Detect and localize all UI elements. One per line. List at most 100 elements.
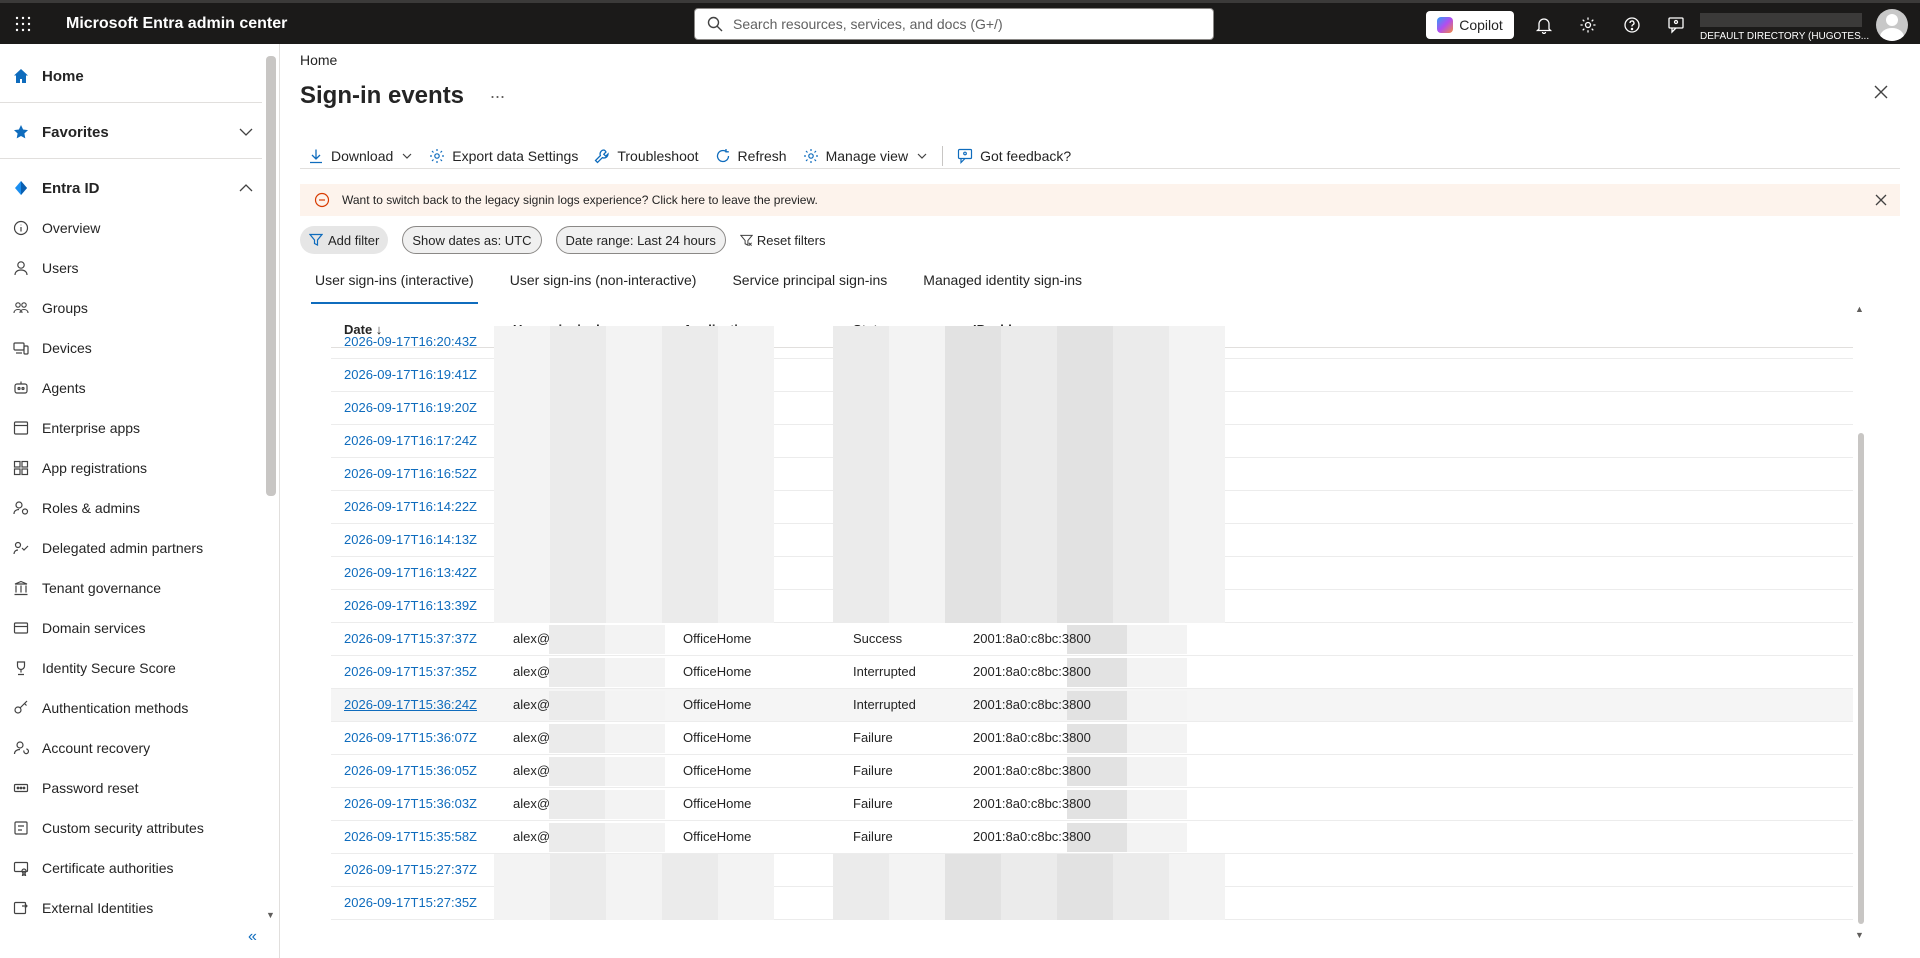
more-options-icon[interactable]: ... [490, 82, 505, 103]
sidebar-item-devices[interactable]: Devices [0, 330, 262, 366]
feedback-icon[interactable] [1662, 11, 1690, 39]
redacted-block [606, 359, 662, 392]
table-row[interactable]: 2026-09-17T16:19:41Z [331, 359, 1853, 392]
table-row[interactable]: 2026-09-17T16:14:22Z [331, 491, 1853, 524]
tab-user-sign-ins-non-interactive[interactable]: User sign-ins (non-interactive) [510, 272, 697, 304]
cell-date[interactable]: 2026-09-17T16:20:43Z [344, 334, 477, 349]
settings-gear-icon[interactable] [1574, 11, 1602, 39]
sidebar-item-groups[interactable]: Groups [0, 290, 262, 326]
cell-date[interactable]: 2026-09-17T15:36:03Z [344, 796, 477, 811]
cell-date[interactable]: 2026-09-17T16:17:24Z [344, 433, 477, 448]
table-row[interactable]: 2026-09-17T16:20:43Z [331, 326, 1853, 359]
scroll-down-arrow-icon[interactable]: ▼ [266, 910, 275, 920]
table-row[interactable]: 2026-09-17T15:27:37Z [331, 854, 1853, 887]
cell-status: Failure [853, 730, 893, 745]
table-row[interactable]: 2026-09-17T15:27:35Z [331, 887, 1853, 920]
table-row[interactable]: 2026-09-17T15:35:58Z alex@ OfficeHome Failu… [331, 821, 1853, 854]
avatar[interactable] [1876, 9, 1908, 41]
sidebar-item-tenant-governance[interactable]: Tenant governance [0, 570, 262, 606]
table-row[interactable]: 2026-09-17T15:37:37Z alex@ OfficeHome Succe… [331, 623, 1853, 656]
cell-date[interactable]: 2026-09-17T16:19:41Z [344, 367, 477, 382]
sidebar-item-account-recovery[interactable]: Account recovery [0, 730, 262, 766]
cell-user: alex@ [513, 664, 551, 679]
cell-date[interactable]: 2026-09-17T16:14:13Z [344, 532, 477, 547]
cell-status: Failure [853, 829, 893, 844]
sidebar-item-password-reset[interactable]: Password reset [0, 770, 262, 806]
sidebar-item-home[interactable]: Home [0, 58, 262, 94]
tab-managed-identity-sign-ins[interactable]: Managed identity sign-ins [923, 272, 1082, 304]
banner-text[interactable]: Want to switch back to the legacy signin… [342, 193, 818, 207]
account-info[interactable]: DEFAULT DIRECTORY (HUGOTES... [1700, 10, 1870, 44]
redacted-block [1057, 359, 1113, 392]
cell-date[interactable]: 2026-09-17T16:19:20Z [344, 400, 477, 415]
add-filter-button[interactable]: Add filter [300, 226, 389, 254]
close-icon[interactable] [1873, 84, 1897, 108]
sidebar-item-entra-id[interactable]: Entra ID [0, 170, 262, 206]
groups-icon [12, 299, 30, 317]
scroll-up-arrow-icon[interactable]: ▲ [1855, 304, 1864, 314]
cell-date[interactable]: 2026-09-17T15:35:58Z [344, 829, 477, 844]
sidebar-item-roles-admins[interactable]: Roles & admins [0, 490, 262, 526]
breadcrumb[interactable]: Home [300, 52, 337, 68]
tab-service-principal-sign-ins[interactable]: Service principal sign-ins [732, 272, 887, 304]
sidebar-item-app-registrations[interactable]: App registrations [0, 450, 262, 486]
table-row[interactable]: 2026-09-17T16:14:13Z [331, 524, 1853, 557]
sidebar-item-overview[interactable]: Overview [0, 210, 262, 246]
cell-date[interactable]: 2026-09-17T15:36:07Z [344, 730, 477, 745]
table-row[interactable]: 2026-09-17T16:19:20Z [331, 392, 1853, 425]
table-row[interactable]: 2026-09-17T15:36:05Z alex@ OfficeHome Failu… [331, 755, 1853, 788]
sidebar-item-enterprise-apps[interactable]: Enterprise apps [0, 410, 262, 446]
legacy-preview-banner[interactable]: Want to switch back to the legacy signin… [300, 184, 1900, 216]
cell-date[interactable]: 2026-09-17T15:36:24Z [344, 697, 477, 712]
sidebar-item-delegated-admin-partners[interactable]: Delegated admin partners [0, 530, 262, 566]
sidebar-item-custom-security-attributes[interactable]: Custom security attributes [0, 810, 262, 846]
cell-date[interactable]: 2026-09-17T15:37:35Z [344, 664, 477, 679]
cell-date[interactable]: 2026-09-17T16:13:39Z [344, 598, 477, 613]
table-row[interactable]: 2026-09-17T16:13:42Z [331, 557, 1853, 590]
table-row[interactable]: 2026-09-17T15:36:24Z alex@ OfficeHome Inter… [331, 689, 1853, 722]
redacted-block [889, 425, 945, 458]
reset-filters-button[interactable]: Reset filters [739, 233, 826, 248]
scroll-down-arrow-icon[interactable]: ▼ [1855, 930, 1864, 940]
table-row[interactable]: 2026-09-17T16:13:39Z [331, 590, 1853, 623]
sidebar-item-external-identities[interactable]: External Identities [0, 890, 262, 926]
cell-date[interactable]: 2026-09-17T15:36:05Z [344, 763, 477, 778]
cell-date[interactable]: 2026-09-17T15:27:37Z [344, 862, 477, 877]
table-row[interactable]: 2026-09-17T16:17:24Z [331, 425, 1853, 458]
table-scrollbar[interactable] [1858, 433, 1864, 924]
redacted-block [606, 458, 662, 491]
tab-user-sign-ins-interactive[interactable]: User sign-ins (interactive) [311, 272, 478, 304]
sidebar-item-authentication-methods[interactable]: Authentication methods [0, 690, 262, 726]
cell-date[interactable]: 2026-09-17T16:14:22Z [344, 499, 477, 514]
date-range-filter[interactable]: Date range: Last 24 hours [555, 226, 726, 254]
sidebar-item-users[interactable]: Users [0, 250, 262, 286]
cell-date[interactable]: 2026-09-17T16:16:52Z [344, 466, 477, 481]
governance-icon [12, 579, 30, 597]
redacted-block [1001, 458, 1057, 491]
sidebar-item-agents[interactable]: Agents [0, 370, 262, 406]
sidebar-item-domain-services[interactable]: Domain services [0, 610, 262, 646]
close-icon[interactable] [1874, 193, 1888, 207]
sidebar-item-favorites[interactable]: Favorites [0, 114, 262, 150]
table-row[interactable]: 2026-09-17T15:36:03Z alex@ OfficeHome Failu… [331, 788, 1853, 821]
show-dates-filter[interactable]: Show dates as: UTC [402, 226, 542, 254]
table-row[interactable]: 2026-09-17T15:37:35Z alex@ OfficeHome Inter… [331, 656, 1853, 689]
help-icon[interactable] [1618, 11, 1646, 39]
sidebar-item-certificate-authorities[interactable]: Certificate authorities [0, 850, 262, 886]
notifications-icon[interactable] [1530, 11, 1558, 39]
sidebar-item-identity-secure-score[interactable]: Identity Secure Score [0, 650, 262, 686]
app-title[interactable]: Microsoft Entra admin center [66, 15, 287, 33]
redacted-block [550, 425, 606, 458]
redacted-block [605, 823, 665, 852]
table-row[interactable]: 2026-09-17T15:36:07Z alex@ OfficeHome Failu… [331, 722, 1853, 755]
search-input[interactable]: Search resources, services, and docs (G+… [694, 8, 1214, 40]
sidebar-scrollbar[interactable] [266, 56, 276, 496]
table-row[interactable]: 2026-09-17T16:16:52Z [331, 458, 1853, 491]
copilot-button[interactable]: Copilot [1426, 11, 1514, 39]
cell-date[interactable]: 2026-09-17T15:37:37Z [344, 631, 477, 646]
app-launcher-icon[interactable] [0, 4, 46, 44]
attributes-icon [12, 819, 30, 837]
collapse-sidebar-icon[interactable]: « [248, 928, 257, 946]
cell-date[interactable]: 2026-09-17T15:27:35Z [344, 895, 477, 910]
cell-date[interactable]: 2026-09-17T16:13:42Z [344, 565, 477, 580]
